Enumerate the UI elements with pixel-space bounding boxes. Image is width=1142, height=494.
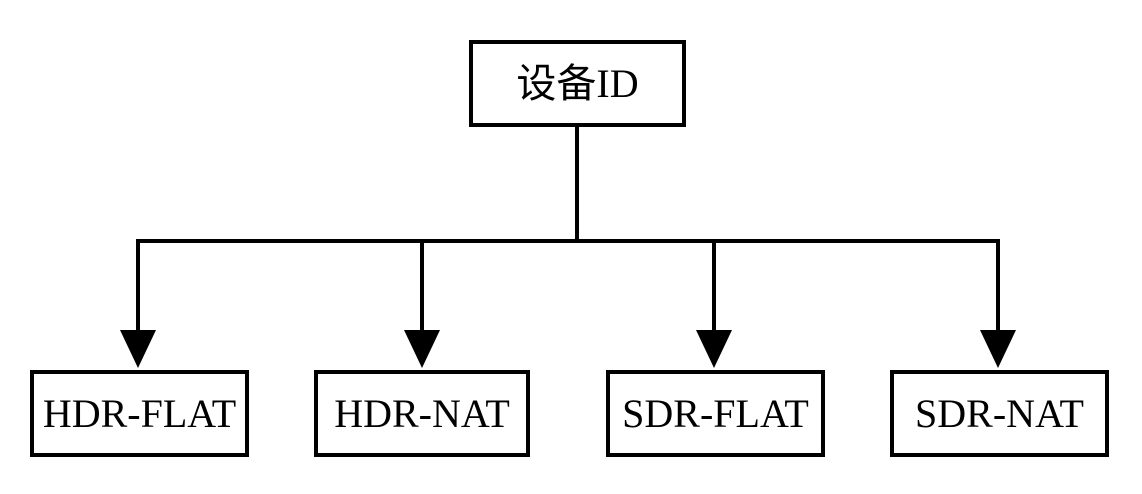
- child-node-hdr-nat: HDR-NAT: [314, 370, 530, 457]
- child-node-label: SDR-NAT: [915, 390, 1084, 436]
- hierarchy-diagram: 设备ID HDR-FLAT HDR-NAT SDR-FLAT SDR-NAT: [0, 0, 1142, 494]
- arrowhead-2: [404, 330, 440, 368]
- child-node-hdr-flat: HDR-FLAT: [30, 370, 249, 457]
- child-node-label: HDR-NAT: [334, 390, 510, 436]
- arrowhead-4: [980, 330, 1016, 368]
- child-node-sdr-flat: SDR-FLAT: [606, 370, 825, 457]
- child-node-label: HDR-FLAT: [42, 390, 237, 436]
- root-node: 设备ID: [469, 40, 686, 127]
- arrowhead-1: [120, 330, 156, 368]
- child-node-sdr-nat: SDR-NAT: [890, 370, 1109, 457]
- root-node-label: 设备ID: [516, 60, 639, 106]
- child-node-label: SDR-FLAT: [622, 390, 809, 436]
- arrowhead-3: [696, 330, 732, 368]
